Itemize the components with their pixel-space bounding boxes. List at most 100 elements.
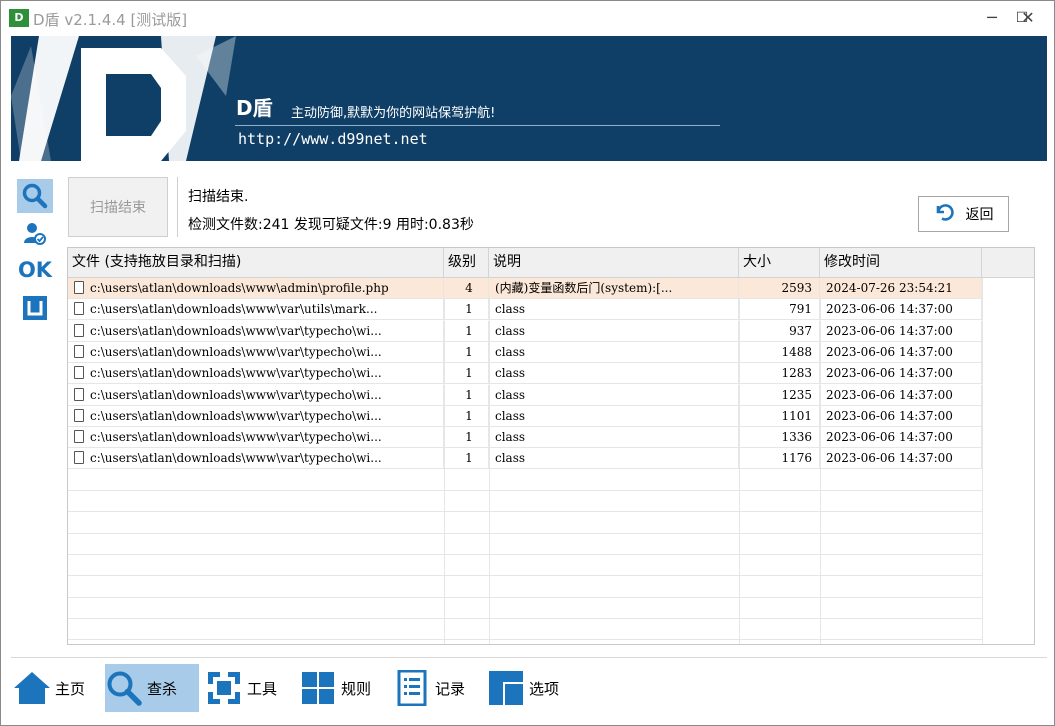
nav-label: 选项 xyxy=(529,679,560,698)
cell-size: 1235 xyxy=(739,384,820,406)
cell-desc: (内藏)变量函数后门(system):[... xyxy=(489,278,739,299)
search-icon xyxy=(105,669,143,707)
cell-file: c:\users\atlan\downloads\www\var\typecho… xyxy=(68,427,444,449)
nav-logs[interactable]: 记录 xyxy=(393,664,483,712)
cell-file: c:\users\atlan\downloads\www\var\typecho… xyxy=(68,320,444,342)
file-path: c:\users\atlan\downloads\www\var\typecho… xyxy=(90,451,382,466)
cell-mtime: 2023-06-06 14:37:00 xyxy=(820,341,982,363)
nav-label: 查杀 xyxy=(147,679,178,698)
file-icon xyxy=(74,430,84,444)
cell-level: 1 xyxy=(444,448,489,470)
file-icon xyxy=(74,323,84,337)
bottom-divider xyxy=(11,657,1047,658)
table-row[interactable]: c:\users\atlan\downloads\www\var\typecho… xyxy=(68,427,982,449)
cell-file: c:\users\atlan\downloads\www\var\typecho… xyxy=(68,448,444,470)
empty-row-line xyxy=(68,596,982,598)
file-icon xyxy=(74,302,84,316)
table-header: 文件 (支持拖放目录和扫描) 级别 说明 大小 修改时间 xyxy=(68,248,1034,278)
file-path: c:\users\atlan\downloads\www\var\typecho… xyxy=(90,323,382,338)
col-header-mtime[interactable]: 修改时间 xyxy=(820,248,982,277)
cell-file: c:\users\atlan\downloads\www\var\typecho… xyxy=(68,384,444,406)
side-search-icon[interactable] xyxy=(17,179,53,213)
nav-label: 工具 xyxy=(247,679,278,698)
table-row[interactable]: c:\users\atlan\downloads\www\var\typecho… xyxy=(68,448,982,470)
file-icon xyxy=(74,366,84,380)
table-row[interactable]: c:\users\atlan\downloads\www\var\typecho… xyxy=(68,384,982,406)
cell-desc: class xyxy=(489,341,739,363)
file-path: c:\users\atlan\downloads\www\var\typecho… xyxy=(90,387,382,402)
nav-home[interactable]: 主页 xyxy=(13,664,103,712)
cell-mtime: 2023-06-06 14:37:00 xyxy=(820,299,982,321)
cell-level: 4 xyxy=(444,278,489,299)
brand-name: D盾 xyxy=(236,96,273,120)
tools-icon xyxy=(205,669,243,707)
file-icon xyxy=(74,387,84,401)
side-bracket-icon[interactable] xyxy=(17,291,53,325)
table-row[interactable]: c:\users\atlan\downloads\www\var\typecho… xyxy=(68,363,982,385)
table-row[interactable]: c:\users\atlan\downloads\www\var\typecho… xyxy=(68,320,982,342)
cell-size: 1336 xyxy=(739,427,820,449)
nav-label: 记录 xyxy=(435,679,466,698)
nav-rules[interactable]: 规则 xyxy=(299,664,389,712)
minimize-button[interactable]: ─ xyxy=(977,5,1007,31)
nav-options[interactable]: 选项 xyxy=(487,664,577,712)
scan-button[interactable]: 扫描结束 xyxy=(68,177,168,237)
banner: D盾 主动防御,默默为你的网站保驾护航! http://www.d99net.n… xyxy=(11,36,1047,161)
cell-file: c:\users\atlan\downloads\www\var\typecho… xyxy=(68,363,444,385)
col-header-size[interactable]: 大小 xyxy=(739,248,820,277)
cell-mtime: 2023-06-06 14:37:00 xyxy=(820,427,982,449)
scan-status: 扫描结束. xyxy=(188,189,249,205)
cell-level: 1 xyxy=(444,427,489,449)
cell-level: 1 xyxy=(444,320,489,342)
cell-size: 1488 xyxy=(739,341,820,363)
cell-desc: class xyxy=(489,405,739,427)
table-row[interactable]: c:\users\atlan\downloads\www\var\typecho… xyxy=(68,341,982,363)
file-path: c:\users\atlan\downloads\www\var\typecho… xyxy=(90,408,382,423)
file-path: c:\users\atlan\downloads\www\var\typecho… xyxy=(90,430,382,445)
cell-size: 1283 xyxy=(739,363,820,385)
scan-separator xyxy=(177,177,178,237)
cell-mtime: 2023-06-06 14:37:00 xyxy=(820,320,982,342)
return-button[interactable]: 返回 xyxy=(918,196,1009,232)
options-icon xyxy=(487,669,525,707)
cell-size: 937 xyxy=(739,320,820,342)
table-row[interactable]: c:\users\atlan\downloads\www\var\typecho… xyxy=(68,405,982,427)
cell-level: 1 xyxy=(444,299,489,321)
cell-size: 1101 xyxy=(739,405,820,427)
col-header-file[interactable]: 文件 (支持拖放目录和扫描) xyxy=(68,248,444,277)
side-user-icon[interactable] xyxy=(17,217,53,251)
results-table[interactable]: 文件 (支持拖放目录和扫描) 级别 说明 大小 修改时间 c:\users\at… xyxy=(67,247,1035,645)
col-header-level[interactable]: 级别 xyxy=(444,248,489,277)
return-label: 返回 xyxy=(965,207,994,223)
home-icon xyxy=(13,669,51,707)
grid-line xyxy=(982,278,983,644)
cell-level: 1 xyxy=(444,384,489,406)
file-path: c:\users\atlan\downloads\www\admin\profi… xyxy=(90,281,389,295)
website-url[interactable]: http://www.d99net.net xyxy=(238,130,428,148)
file-path: c:\users\atlan\downloads\www\var\typecho… xyxy=(90,366,382,381)
nav-scan[interactable]: 查杀 xyxy=(105,664,199,712)
scan-summary: 检测文件数:241 发现可疑文件:9 用时:0.83秒 xyxy=(188,217,474,233)
rules-icon xyxy=(299,669,337,707)
table-row[interactable]: c:\users\atlan\downloads\www\admin\profi… xyxy=(68,278,982,299)
file-path: c:\users\atlan\downloads\www\var\utils\m… xyxy=(90,302,378,317)
cell-mtime: 2023-06-06 14:37:00 xyxy=(820,405,982,427)
cell-desc: class xyxy=(489,299,739,321)
log-icon xyxy=(393,669,431,707)
cell-mtime: 2024-07-26 23:54:21 xyxy=(820,278,982,299)
cell-level: 1 xyxy=(444,405,489,427)
nav-label: 规则 xyxy=(341,679,372,698)
cell-level: 1 xyxy=(444,363,489,385)
cell-size: 791 xyxy=(739,299,820,321)
window-title: D盾 v2.1.4.4 [测试版] xyxy=(33,11,188,29)
nav-tools[interactable]: 工具 xyxy=(205,664,295,712)
col-header-desc[interactable]: 说明 xyxy=(489,248,739,277)
table-row[interactable]: c:\users\atlan\downloads\www\var\utils\m… xyxy=(68,299,982,321)
side-ok-icon[interactable]: OK xyxy=(17,253,53,287)
close-button[interactable]: ✕ xyxy=(1013,5,1043,31)
cell-desc: class xyxy=(489,320,739,342)
cell-file: c:\users\atlan\downloads\www\var\typecho… xyxy=(68,405,444,427)
file-path: c:\users\atlan\downloads\www\var\typecho… xyxy=(90,344,382,359)
app-window: D D盾 v2.1.4.4 [测试版] ─ ☐ ✕ D盾 主动防御,默默为你的网… xyxy=(0,0,1055,726)
banner-divider xyxy=(235,125,720,126)
